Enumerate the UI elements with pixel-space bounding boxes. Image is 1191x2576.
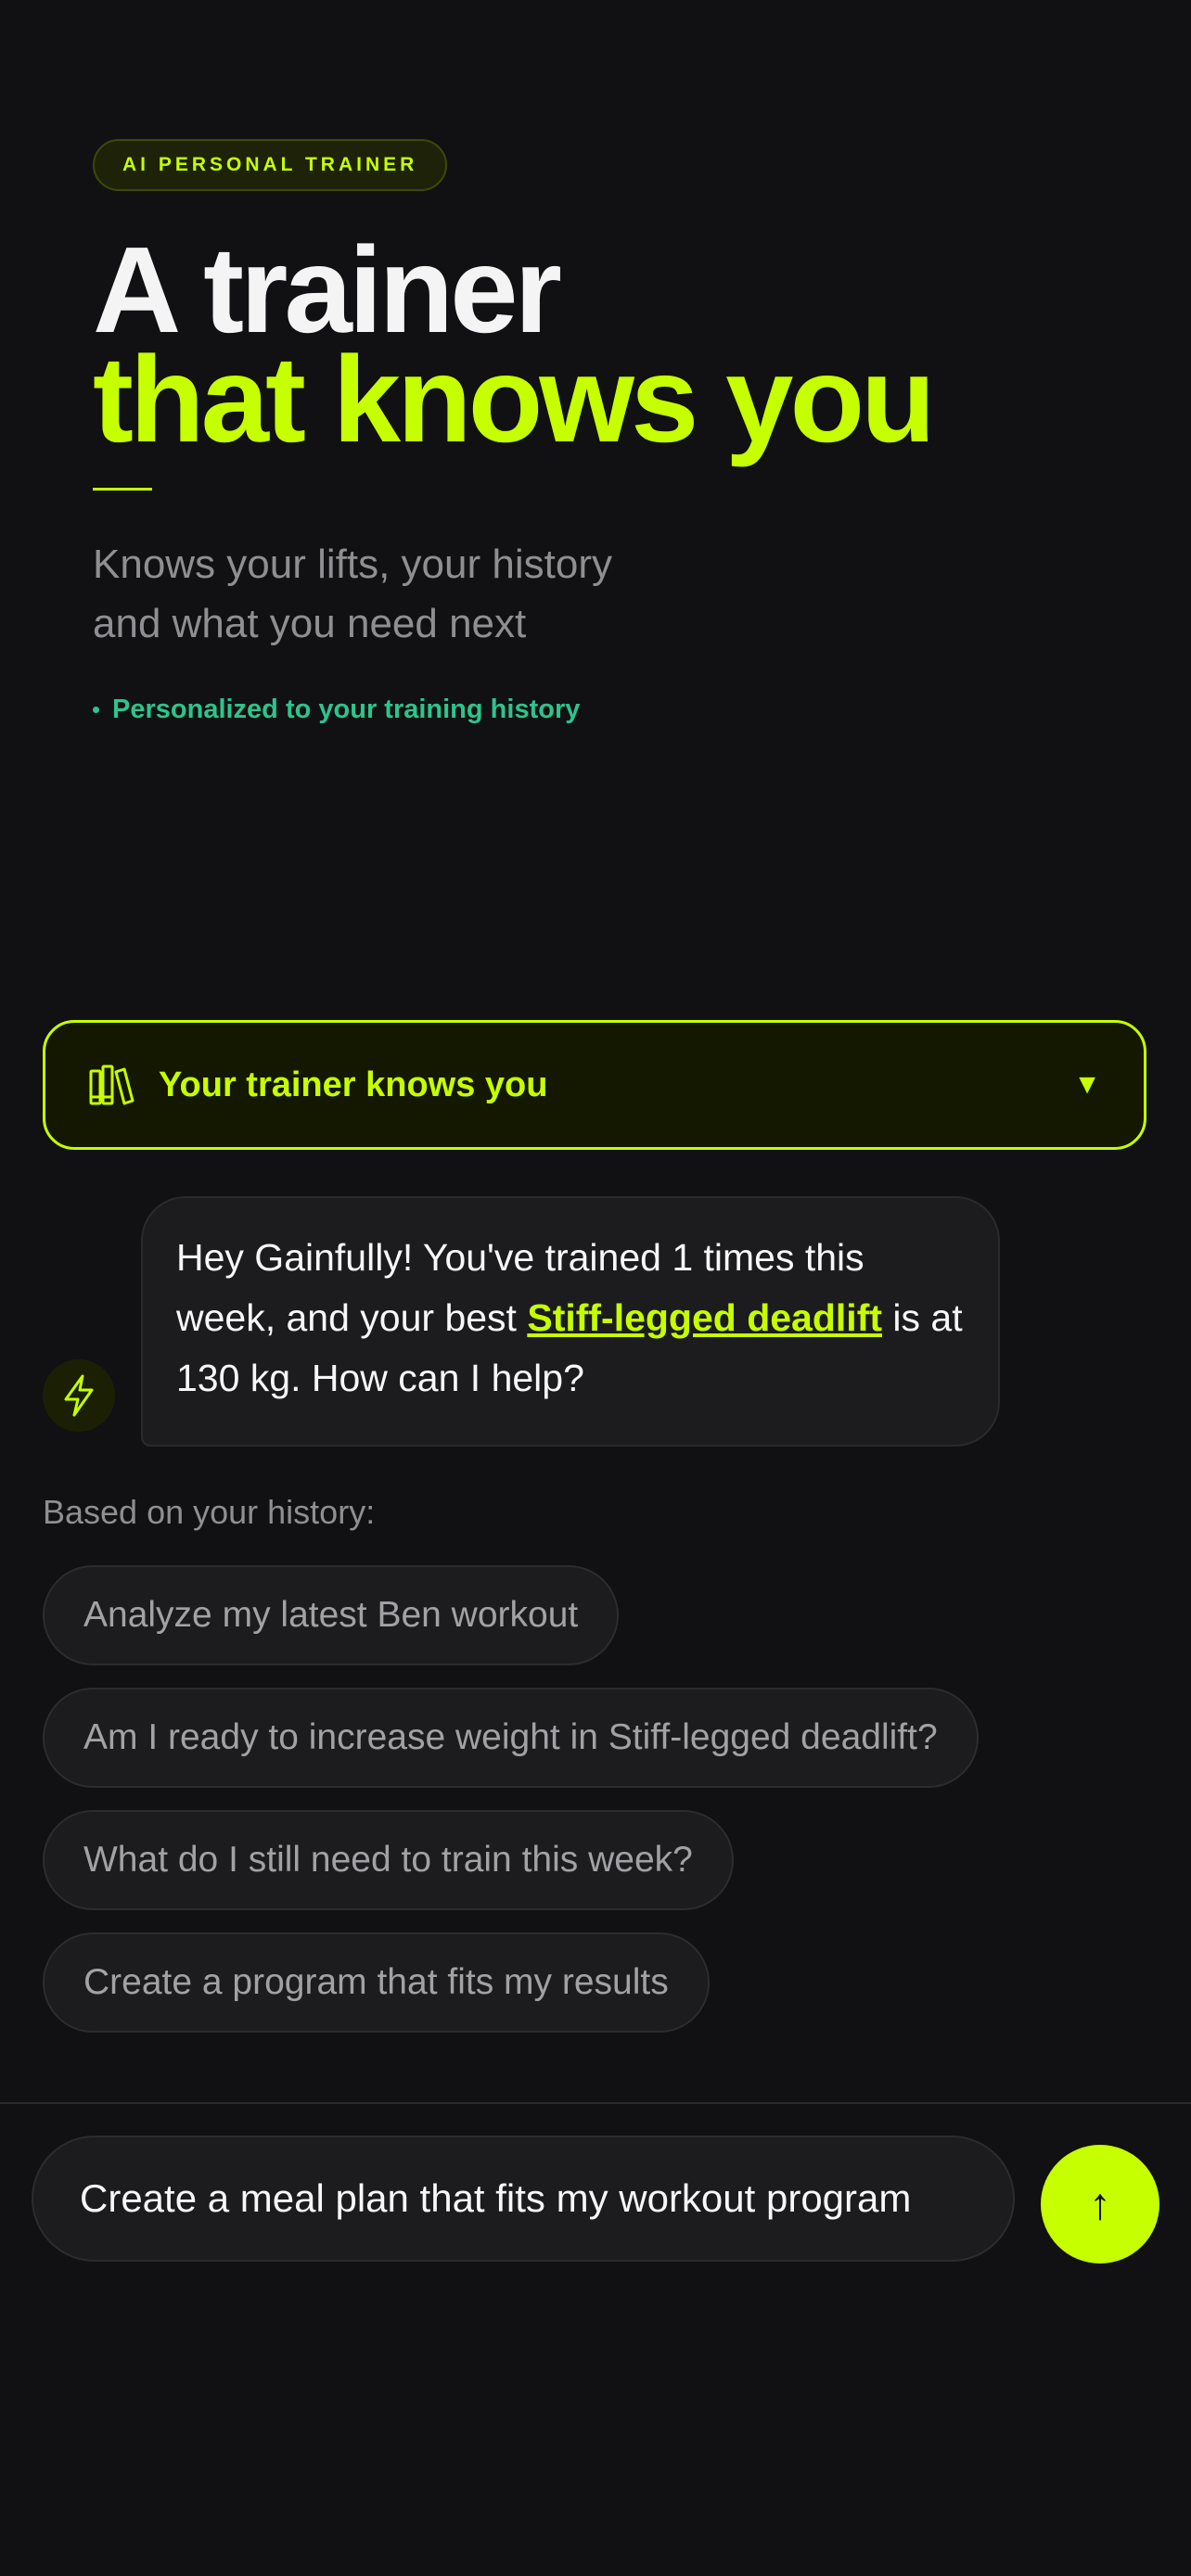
suggestion-chip[interactable]: What do I still need to train this week? xyxy=(43,1810,734,1910)
trainer-avatar xyxy=(43,1359,115,1432)
accordion-label: Your trainer knows you xyxy=(159,1065,548,1104)
trainer-message-bubble: Hey Gainfully! You've trained 1 times th… xyxy=(141,1196,1000,1447)
chevron-down-icon: ▼ xyxy=(1073,1069,1101,1100)
send-button[interactable]: ↑ xyxy=(1041,2145,1159,2264)
trainer-knows-you-accordion[interactable]: Your trainer knows you ▼ xyxy=(43,1020,1146,1150)
arrow-up-icon: ↑ xyxy=(1089,2179,1111,2229)
hero-subtitle: Knows your lifts, your history and what … xyxy=(93,542,612,646)
message-input[interactable] xyxy=(78,2175,968,2222)
exercise-link[interactable]: Stiff-legged deadlift xyxy=(527,1296,882,1339)
suggestion-chip[interactable]: Create a program that fits my results xyxy=(43,1932,710,2033)
hero: AI PERSONAL TRAINER A trainer that knows… xyxy=(93,139,1113,725)
suggestion-chip[interactable]: Analyze my latest Ben workout xyxy=(43,1565,620,1665)
suggestion-chips: Analyze my latest Ben workout Am I ready… xyxy=(43,1565,979,2055)
bullet-dot xyxy=(93,707,99,713)
title-line-2: that knows you xyxy=(93,331,936,467)
composer-divider xyxy=(0,2102,1191,2104)
title-divider xyxy=(93,488,152,491)
suggestion-chip[interactable]: Am I ready to increase weight in Stiff-l… xyxy=(43,1688,979,1788)
books-icon xyxy=(89,1065,134,1105)
suggestions-hint: Based on your history: xyxy=(43,1493,376,1531)
lightning-icon xyxy=(64,1374,94,1417)
title-line-1: A trainer xyxy=(93,222,562,358)
page-title: A trainer that knows you xyxy=(93,222,1113,467)
ai-trainer-badge: AI PERSONAL TRAINER xyxy=(93,139,448,191)
message-composer xyxy=(32,2136,1015,2262)
personalization-tag-label: Personalized to your training history xyxy=(112,695,581,724)
personalization-tag: Personalized to your training history xyxy=(93,695,1113,725)
